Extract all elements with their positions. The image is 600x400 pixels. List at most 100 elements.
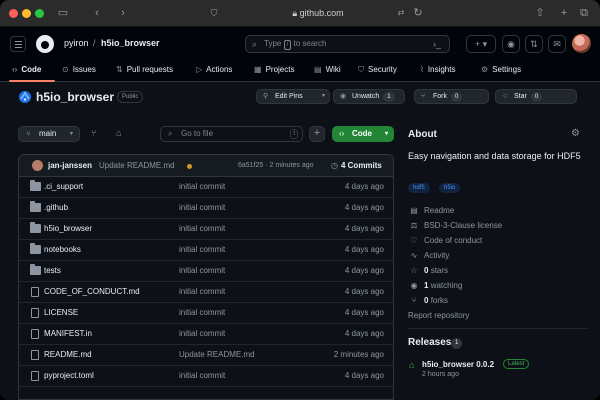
file-name[interactable]: MANIFEST.in	[44, 329, 92, 338]
stars-link[interactable]: ☆ 0 stars	[408, 266, 448, 275]
file-commit-message[interactable]: initial commit	[179, 287, 225, 296]
branches-icon[interactable]: ⑂	[91, 128, 96, 138]
tab-security[interactable]: ⛉ Security	[358, 63, 397, 77]
file-commit-message[interactable]: initial commit	[179, 329, 225, 338]
edit-pins-button[interactable]: ⚲ Edit Pins ▾	[256, 89, 330, 104]
file-name[interactable]: pyproject.toml	[44, 371, 94, 380]
file-commit-message[interactable]: initial commit	[179, 245, 225, 254]
releases-heading[interactable]: Releases	[408, 337, 451, 348]
report-repository-link[interactable]: Report repository	[408, 311, 469, 320]
file-name[interactable]: LICENSE	[44, 308, 78, 317]
search-input[interactable]: ⌕ Type / to search	[245, 35, 450, 53]
commits-link[interactable]: ◷ 4 Commits	[331, 161, 382, 170]
readme-link[interactable]: ▤ Readme	[408, 206, 454, 215]
gear-icon[interactable]: ⚙	[571, 128, 580, 139]
tab-settings[interactable]: ⚙ Settings	[481, 63, 521, 77]
sidebar-icon[interactable]: ▭	[56, 6, 70, 20]
tab-insights[interactable]: ⌇ Insights	[420, 63, 455, 77]
table-row[interactable]: pyproject.toml initial commit 4 days ago	[19, 366, 393, 387]
commit-status-dot[interactable]	[187, 164, 192, 169]
back-icon[interactable]: ‹	[92, 6, 102, 20]
new-tab-icon[interactable]: +	[558, 6, 570, 20]
branch-icon: ⑂	[26, 129, 31, 138]
tab-code[interactable]: ‹› Code	[12, 63, 41, 77]
add-file-button[interactable]: +	[309, 126, 325, 142]
forks-link[interactable]: ⑂ 0 forks	[408, 296, 448, 305]
tab-actions[interactable]: ▷ Actions	[196, 63, 232, 77]
activity-link[interactable]: ∿ Activity	[408, 251, 450, 260]
commit-hash-time[interactable]: 6a51f25 · 2 minutes ago	[238, 162, 314, 169]
file-name[interactable]: CODE_OF_CONDUCT.md	[44, 287, 140, 296]
watching-link[interactable]: ◉ 1 watching	[408, 281, 463, 290]
create-new-button[interactable]: + ▾	[466, 35, 496, 53]
breadcrumb-repo[interactable]: h5io_browser	[101, 38, 160, 48]
table-row[interactable]: .ci_support initial commit 4 days ago	[19, 177, 393, 198]
avatar[interactable]	[572, 34, 591, 53]
code-button[interactable]: ‹› Code ▾	[332, 126, 394, 142]
tabs-overview-icon[interactable]: ⧉	[578, 6, 590, 20]
license-link[interactable]: ⚖ BSD-3-Clause license	[408, 221, 502, 230]
table-row[interactable]: README.md Update README.md 2 minutes ago	[19, 345, 393, 366]
file-commit-message[interactable]: initial commit	[179, 308, 225, 317]
table-row[interactable]: h5io_browser initial commit 4 days ago	[19, 219, 393, 240]
code-icon: ‹›	[339, 129, 345, 138]
file-commit-message[interactable]: initial commit	[179, 224, 225, 233]
topic-tag[interactable]: h5io	[439, 183, 461, 193]
minimize-window-button[interactable]	[22, 9, 31, 18]
commit-author-avatar[interactable]	[32, 160, 43, 171]
shield-icon[interactable]: ⛉	[208, 6, 220, 20]
menu-icon[interactable]	[10, 36, 26, 52]
tab-issues[interactable]: ⊙ Issues	[62, 63, 96, 77]
shield-icon: ⛉	[358, 65, 364, 74]
table-row[interactable]: MANIFEST.in initial commit 4 days ago	[19, 324, 393, 345]
file-commit-message[interactable]: initial commit	[179, 266, 225, 275]
reload-icon[interactable]: ↻	[412, 6, 424, 20]
zoom-window-button[interactable]	[35, 9, 44, 18]
code-of-conduct-link[interactable]: ♡ Code of conduct	[408, 236, 482, 245]
pull-requests-icon[interactable]: ⇅	[525, 35, 543, 53]
table-row[interactable]: notebooks initial commit 4 days ago	[19, 240, 393, 261]
close-window-button[interactable]	[9, 9, 18, 18]
tab-label: Security	[368, 65, 397, 74]
address-bar[interactable]: 🔒︎ github.com	[258, 5, 378, 21]
tab-projects[interactable]: ▦ Projects	[254, 63, 294, 77]
star-button[interactable]: ☆ Star 0	[495, 89, 577, 104]
file-name[interactable]: .github	[44, 203, 68, 212]
file-commit-message[interactable]: initial commit	[179, 371, 225, 380]
share-icon[interactable]: ⇧	[534, 6, 546, 20]
topic-tag[interactable]: hdf5	[408, 183, 430, 193]
file-commit-message[interactable]: Update README.md	[179, 350, 255, 359]
branch-selector[interactable]: ⑂ main ▾	[18, 126, 80, 142]
go-to-file-input[interactable]: ⌕ Go to file t	[160, 126, 303, 142]
file-date: 2 minutes ago	[333, 350, 384, 359]
file-name[interactable]: notebooks	[44, 245, 81, 254]
table-row[interactable]: CODE_OF_CONDUCT.md initial commit 4 days a…	[19, 282, 393, 303]
commit-author[interactable]: jan-janssen	[48, 161, 92, 170]
github-logo-icon[interactable]	[36, 35, 54, 53]
table-row[interactable]: LICENSE initial commit 4 days ago	[19, 303, 393, 324]
unwatch-button[interactable]: ◉ Unwatch 1	[333, 89, 405, 104]
table-row[interactable]: tests initial commit 4 days ago	[19, 261, 393, 282]
breadcrumb-owner[interactable]: pyiron	[64, 38, 89, 48]
file-commit-message[interactable]: initial commit	[179, 182, 225, 191]
commit-message[interactable]: Update README.md	[99, 161, 175, 170]
file-name[interactable]: README.md	[44, 350, 92, 359]
release-name[interactable]: h5io_browser 0.0.2	[422, 360, 494, 369]
table-row[interactable]: .github initial commit 4 days ago	[19, 198, 393, 219]
tab-wiki[interactable]: ▤ Wiki	[314, 63, 341, 77]
inbox-icon[interactable]: ✉	[548, 35, 566, 53]
forward-icon[interactable]: ›	[118, 6, 128, 20]
file-commit-message[interactable]: initial commit	[179, 203, 225, 212]
file-name[interactable]: tests	[44, 266, 61, 275]
translate-icon[interactable]: ⇄	[394, 6, 408, 20]
file-name[interactable]: h5io_browser	[44, 224, 92, 233]
terminal-icon[interactable]: ›_	[428, 36, 446, 52]
watch-count: 1	[383, 92, 395, 102]
tags-icon[interactable]: ⌂	[116, 128, 121, 138]
repo-title[interactable]: h5io_browser	[36, 90, 114, 104]
issues-icon[interactable]: ◉	[502, 35, 520, 53]
fork-button[interactable]: ⑂ Fork 0	[414, 89, 489, 104]
edit-pins-label: Edit Pins	[275, 93, 303, 100]
file-name[interactable]: .ci_support	[44, 182, 83, 191]
tab-pull-requests[interactable]: ⇅ Pull requests	[116, 63, 173, 77]
